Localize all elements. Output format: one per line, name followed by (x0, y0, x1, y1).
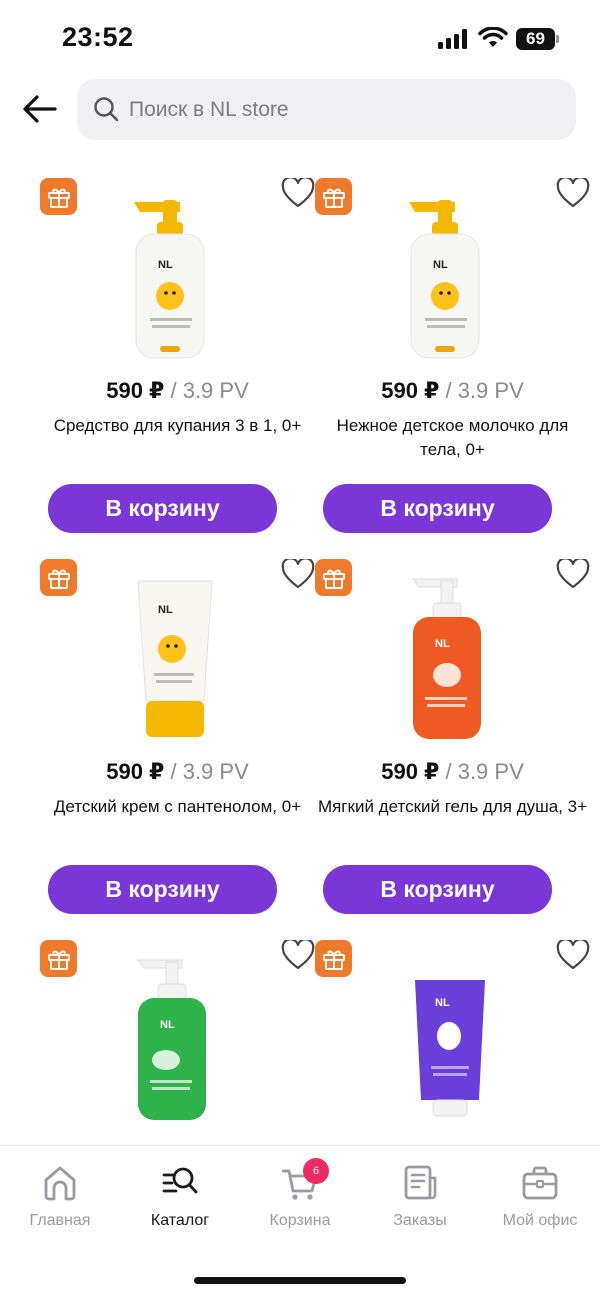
product-card[interactable]: NL 590 ₽ / 3.9 PV Нежное детское молочко д… (315, 178, 590, 558)
pv-value: / 3.9 PV (439, 378, 524, 403)
orders-icon (404, 1165, 437, 1200)
gift-icon[interactable] (40, 559, 77, 596)
svg-text:NL: NL (158, 604, 173, 616)
catalog-icon (162, 1167, 198, 1194)
tab-cart[interactable]: 6 Корзина (245, 1158, 355, 1234)
tab-label: Главная (29, 1212, 91, 1229)
tab-bar: Главная Каталог 6 Корзина Заказы Мой офи… (0, 1145, 600, 1297)
add-to-cart-button[interactable]: В корзину (48, 865, 277, 914)
tab-label: Заказы (393, 1212, 447, 1229)
gift-icon[interactable] (40, 940, 77, 977)
product-name[interactable]: Детский крем с пантенолом, 0+ (40, 795, 315, 819)
status-time: 23:52 (62, 22, 134, 52)
status-bar: 23:52 69 (0, 0, 600, 78)
product-image[interactable]: NL (375, 950, 525, 1128)
back-button[interactable] (18, 90, 60, 128)
gift-icon[interactable] (315, 178, 352, 215)
heart-icon[interactable] (556, 940, 590, 970)
pv-value: / 3.9 PV (439, 759, 524, 784)
product-image[interactable]: NL (100, 950, 250, 1128)
svg-text:NL: NL (158, 259, 173, 271)
price: 590 ₽ (106, 759, 165, 784)
price: 590 ₽ (381, 759, 440, 784)
office-icon (522, 1166, 558, 1200)
svg-text:NL: NL (160, 1019, 175, 1031)
heart-icon[interactable] (281, 178, 315, 208)
tab-office[interactable]: Мой офис (485, 1164, 595, 1234)
pv-value: / 3.9 PV (164, 378, 249, 403)
wifi-icon (478, 27, 508, 47)
pv-value: / 3.9 PV (164, 759, 249, 784)
tab-catalog[interactable]: Каталог (125, 1164, 235, 1234)
tab-orders[interactable]: Заказы (365, 1164, 475, 1234)
gift-icon[interactable] (40, 178, 77, 215)
tab-label: Каталог (150, 1212, 210, 1229)
svg-text:NL: NL (435, 997, 450, 1009)
price-line: 590 ₽ / 3.9 PV (315, 378, 590, 404)
home-icon (44, 1166, 76, 1201)
arrow-left-icon (23, 95, 57, 123)
search-box[interactable] (77, 79, 576, 140)
cart-badge: 6 (303, 1158, 329, 1184)
home-indicator (194, 1277, 406, 1284)
add-to-cart-button[interactable]: В корзину (323, 484, 552, 533)
tab-label: Мой офис (502, 1212, 578, 1229)
heart-icon[interactable] (281, 940, 315, 970)
product-name[interactable]: Средство для купания 3 в 1, 0+ (40, 414, 315, 438)
product-image[interactable]: NL (375, 188, 525, 366)
battery-level: 69 (516, 28, 555, 50)
price: 590 ₽ (381, 378, 440, 403)
svg-text:NL: NL (435, 638, 450, 650)
price-line: 590 ₽ / 3.9 PV (315, 759, 590, 785)
tab-label: Корзина (269, 1212, 331, 1229)
product-card[interactable]: NL 590 ₽ / 3.9 PV Детский крем с пантеноло… (40, 559, 315, 939)
svg-text:NL: NL (433, 259, 448, 271)
product-image[interactable]: NL (375, 569, 525, 747)
add-to-cart-button[interactable]: В корзину (323, 865, 552, 914)
product-name[interactable]: Нежное детское молочко для тела, 0+ (315, 414, 590, 462)
product-card[interactable]: NL 590 ₽ / 3.9 PV Средство для купания 3 в… (40, 178, 315, 558)
signal-icon (438, 29, 467, 49)
tab-home[interactable]: Главная (5, 1164, 115, 1234)
product-image[interactable]: NL (100, 569, 250, 747)
price-line: 590 ₽ / 3.9 PV (40, 759, 315, 785)
search-input[interactable] (129, 79, 559, 140)
search-icon (94, 97, 119, 122)
gift-icon[interactable] (315, 559, 352, 596)
heart-icon[interactable] (281, 559, 315, 589)
gift-icon[interactable] (315, 940, 352, 977)
battery-icon: 69 (516, 28, 560, 50)
price-line: 590 ₽ / 3.9 PV (40, 378, 315, 404)
product-card[interactable]: NL 590 ₽ / 3.9 PV Мягкий детский гель для … (315, 559, 590, 939)
product-name[interactable]: Мягкий детский гель для душа, 3+ (315, 795, 590, 819)
product-image[interactable]: NL (100, 188, 250, 366)
heart-icon[interactable] (556, 559, 590, 589)
heart-icon[interactable] (556, 178, 590, 208)
price: 590 ₽ (106, 378, 165, 403)
add-to-cart-button[interactable]: В корзину (48, 484, 277, 533)
